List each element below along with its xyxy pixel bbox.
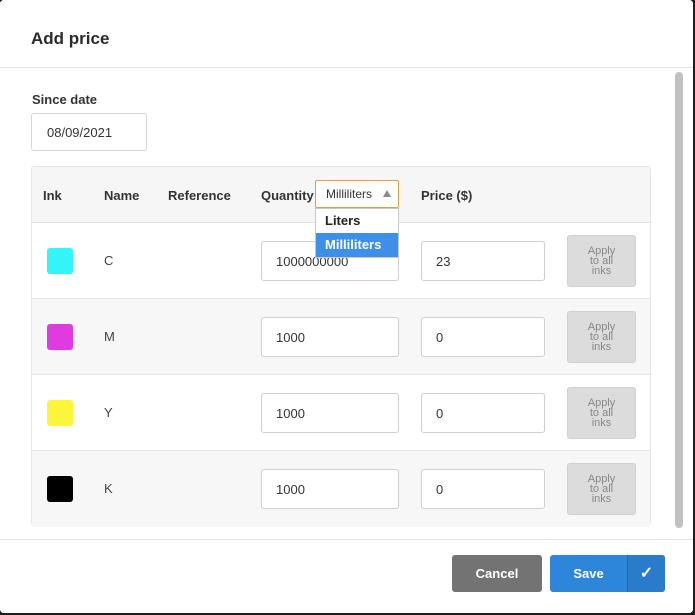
table-row: Y Apply to all inks [32,375,650,451]
header-name: Name [104,188,140,203]
apply-label-line: inks [591,265,612,277]
cancel-button[interactable]: Cancel [452,555,542,592]
ink-color-swatch [47,324,73,350]
add-price-dialog: Add price Since date Ink Name Reference … [0,0,693,613]
ink-name: K [104,481,113,496]
apply-label-line: inks [591,341,612,353]
since-date-label: Since date [32,92,98,107]
ink-name: M [104,329,115,344]
since-date-input[interactable] [31,113,147,151]
unit-select-value: Milliliters [326,187,372,201]
ink-color-swatch [47,400,73,426]
price-table: Ink Name Reference Quantity Price ($) Mi… [31,166,651,527]
caret-up-icon [383,190,391,197]
table-row: M Apply to all inks [32,299,650,375]
price-input[interactable] [421,393,545,433]
ink-color-swatch [47,248,73,274]
quantity-input[interactable] [261,393,399,433]
apply-label-line: inks [591,417,612,429]
ink-name: Y [104,405,113,420]
header-price: Price ($) [421,188,473,203]
unit-select[interactable]: Milliliters [315,180,399,208]
ink-color-swatch [47,476,73,502]
unit-option-milliliters[interactable]: Milliliters [316,233,398,257]
apply-label-line: inks [591,493,612,505]
price-input[interactable] [421,469,545,509]
dialog-footer: Cancel Save ✓ [0,539,693,613]
unit-option-liters[interactable]: Liters [316,209,398,233]
table-row: K Apply to all inks [32,451,650,527]
unit-dropdown-menu: Liters Milliliters [315,208,399,258]
price-input[interactable] [421,241,545,281]
apply-to-all-button[interactable]: Apply to all inks [567,463,636,515]
header-ink: Ink [43,188,62,203]
dialog-header: Add price [0,0,693,68]
scrollbar-thumb[interactable] [675,72,683,528]
price-input[interactable] [421,317,545,357]
dialog-body: Since date Ink Name Reference Quantity P… [0,68,693,538]
header-quantity: Quantity [261,188,314,203]
save-label: Save [573,566,604,581]
header-reference: Reference [168,188,231,203]
dialog-title: Add price [31,29,110,48]
apply-to-all-button[interactable]: Apply to all inks [567,235,636,287]
ink-name: C [104,253,114,268]
quantity-input[interactable] [261,317,399,357]
quantity-input[interactable] [261,469,399,509]
apply-to-all-button[interactable]: Apply to all inks [567,387,636,439]
save-button[interactable]: Save ✓ [550,555,665,592]
checkmark-icon: ✓ [627,555,665,592]
apply-to-all-button[interactable]: Apply to all inks [567,311,636,363]
